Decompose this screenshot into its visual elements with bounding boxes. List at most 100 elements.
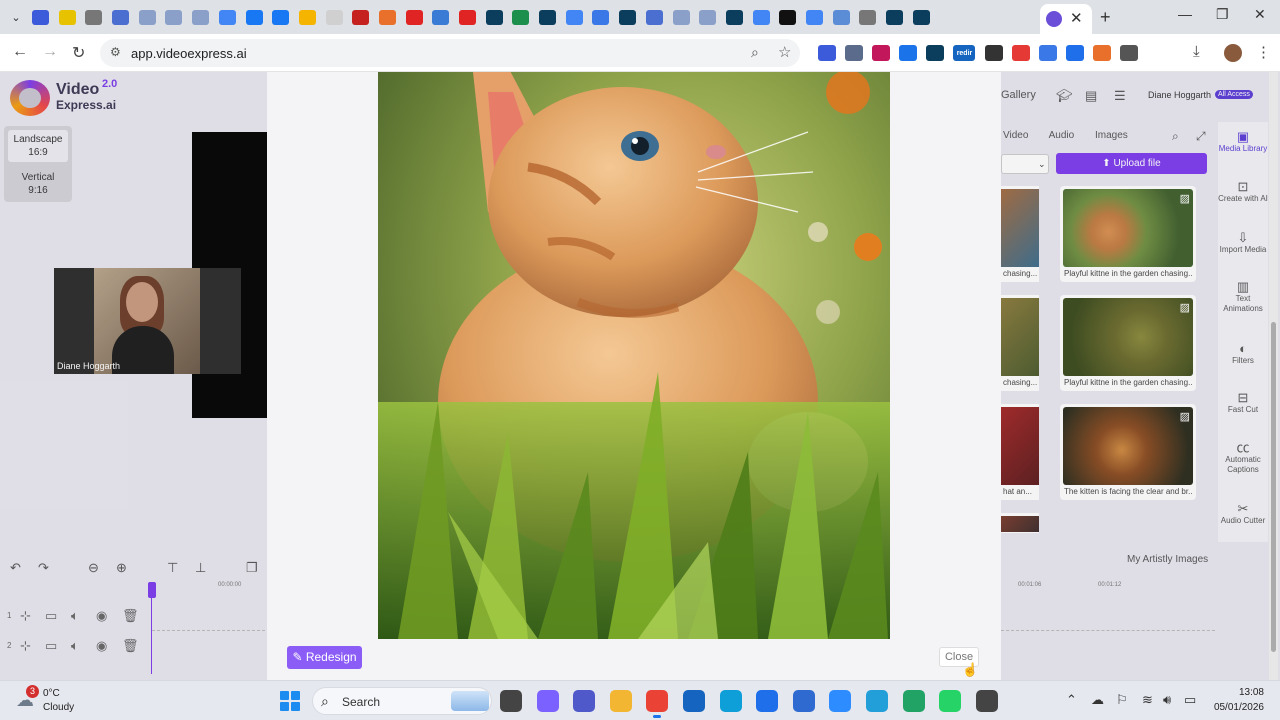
close-tab-icon[interactable]: ✕ (1070, 9, 1083, 27)
taskbar-app-icon[interactable] (500, 690, 522, 712)
tab-favicon-icon[interactable] (459, 9, 476, 25)
tab-favicon-icon[interactable] (619, 9, 637, 25)
windows-taskbar: ☁ 3 0°C Cloudy ⌕ Search ⌃ ☁ ⚐ ≋ 🔊︎ ▭ 13:… (0, 680, 1280, 720)
tab-favicon-icon[interactable] (645, 9, 663, 25)
tab-favicon-icon[interactable] (138, 9, 156, 25)
extension-icon[interactable]: redir (953, 45, 976, 61)
tab-favicon-icon[interactable] (32, 9, 49, 25)
tab-favicon-icon[interactable] (485, 9, 503, 25)
image-preview-modal: ✎ Redesign Close (267, 72, 1001, 680)
extension-icon[interactable] (899, 45, 918, 61)
profile-avatar[interactable] (1224, 44, 1242, 62)
browser-toolbar: ← → ↻ ⚙ app.videoexpress.ai ⌕ ☆ redir ⤓ … (0, 34, 1280, 72)
tab-favicon-icon[interactable] (352, 9, 370, 25)
taskbar-app-icon[interactable] (902, 690, 925, 712)
mouse-cursor-icon: ☝ (962, 662, 979, 677)
extension-icon[interactable] (1065, 45, 1084, 61)
tab-favicon-icon[interactable] (85, 9, 103, 25)
tab-favicon-icon[interactable] (752, 9, 770, 25)
taskbar-app-icon[interactable] (792, 690, 815, 712)
search-highlight-image (451, 691, 489, 711)
tab-favicon-icon[interactable] (58, 9, 76, 25)
weather-condition[interactable]: Cloudy (43, 702, 74, 713)
browser-tab-bar: ⌄ ✕ + — ❐ ✕ (0, 0, 1280, 34)
taskbar-app-icon[interactable] (682, 690, 705, 712)
extensions-bar: redir (818, 34, 1147, 72)
taskbar-app-icon[interactable] (719, 690, 742, 712)
extension-icon[interactable] (845, 45, 864, 61)
temperature[interactable]: 0°C (43, 688, 60, 699)
tab-favicon-icon[interactable] (805, 9, 823, 25)
tab-favicon-icon[interactable] (859, 9, 877, 25)
tab-favicon-icon[interactable] (378, 9, 396, 25)
tab-search-dropdown[interactable]: ⌄ (6, 7, 26, 27)
tab-favicon-icon[interactable] (912, 9, 930, 25)
taskbar-app-icon[interactable] (646, 690, 669, 718)
start-button[interactable] (280, 691, 300, 711)
taskbar-app-icon[interactable] (939, 690, 962, 712)
tab-favicon-icon[interactable] (699, 9, 717, 25)
wifi-icon[interactable]: ≋ (1142, 692, 1153, 708)
minimize-icon[interactable]: — (1178, 6, 1192, 22)
battery-icon[interactable]: ▭ (1184, 692, 1196, 708)
tab-favicon-icon[interactable] (192, 9, 210, 25)
pinned-tabs (32, 0, 939, 34)
tab-favicon-icon[interactable] (218, 9, 236, 25)
site-info-icon[interactable]: ⚙ (110, 45, 121, 59)
vpn-icon[interactable]: ⚐ (1116, 692, 1128, 708)
clock-time[interactable]: 13:08 (1212, 687, 1264, 698)
url-text[interactable]: app.videoexpress.ai (131, 46, 247, 61)
maximize-icon[interactable]: ❐ (1216, 6, 1229, 23)
tab-favicon-icon[interactable] (886, 9, 903, 25)
onedrive-icon[interactable]: ☁ (1091, 692, 1104, 708)
taskbar-app-icon[interactable] (829, 690, 852, 712)
tab-favicon-icon[interactable] (432, 9, 450, 25)
extension-icon[interactable] (1092, 45, 1111, 61)
tab-favicon-icon[interactable] (832, 9, 850, 25)
browser-menu-icon[interactable]: ⋮ (1256, 43, 1271, 61)
taskbar-app-icon[interactable] (865, 690, 888, 712)
tab-favicon-icon[interactable] (272, 9, 290, 25)
volume-icon[interactable]: 🔊︎ (1163, 692, 1171, 708)
extension-icon[interactable] (1011, 45, 1030, 61)
tab-favicon-icon[interactable] (298, 9, 316, 25)
extension-icon[interactable] (926, 45, 945, 61)
extension-icon[interactable] (1038, 45, 1057, 61)
tab-favicon-icon[interactable] (325, 9, 343, 25)
extension-icon[interactable] (984, 45, 1003, 61)
redesign-button[interactable]: ✎ Redesign (287, 646, 362, 669)
downloads-icon[interactable]: ⤓ (1193, 43, 1200, 60)
active-tab[interactable]: ✕ (1040, 4, 1092, 34)
tab-favicon-icon[interactable] (512, 9, 530, 25)
extension-icon[interactable] (818, 45, 836, 61)
tab-favicon-icon[interactable] (565, 9, 583, 25)
tab-favicon-icon[interactable] (539, 9, 557, 25)
forward-icon[interactable]: → (42, 43, 58, 61)
taskbar-app-icon[interactable] (573, 690, 596, 712)
window-close-icon[interactable]: ✕ (1254, 6, 1266, 23)
tab-favicon-icon[interactable] (779, 9, 797, 25)
clock-date[interactable]: 05/01/2026 (1212, 702, 1264, 713)
tab-favicon-icon[interactable] (592, 9, 610, 25)
taskbar-search[interactable]: ⌕ Search (312, 687, 492, 715)
taskbar-app-icon[interactable] (609, 690, 632, 712)
new-tab-button[interactable]: + (1100, 7, 1111, 28)
taskbar-app-icon[interactable] (756, 690, 779, 712)
extension-icon[interactable] (1120, 45, 1139, 61)
reload-icon[interactable]: ↻ (72, 43, 85, 63)
extension-icon[interactable] (872, 45, 891, 61)
tab-favicon-icon[interactable] (245, 9, 263, 25)
tab-favicon-icon[interactable] (112, 9, 130, 25)
taskbar-apps (500, 689, 1012, 718)
tab-favicon-icon[interactable] (405, 9, 423, 25)
tab-favicon-icon[interactable] (672, 9, 690, 25)
tab-favicon-icon[interactable] (165, 9, 183, 25)
tab-favicon-icon[interactable] (725, 9, 743, 25)
address-bar[interactable]: ⚙ app.videoexpress.ai ⌕ ☆ (100, 39, 800, 67)
back-icon[interactable]: ← (12, 43, 28, 61)
tray-overflow-icon[interactable]: ⌃ (1066, 692, 1077, 708)
zoom-icon[interactable]: ⌕ (751, 44, 759, 61)
bookmark-star-icon[interactable]: ☆ (778, 43, 791, 61)
taskbar-app-icon[interactable] (536, 690, 559, 712)
taskbar-app-icon[interactable] (975, 690, 998, 712)
